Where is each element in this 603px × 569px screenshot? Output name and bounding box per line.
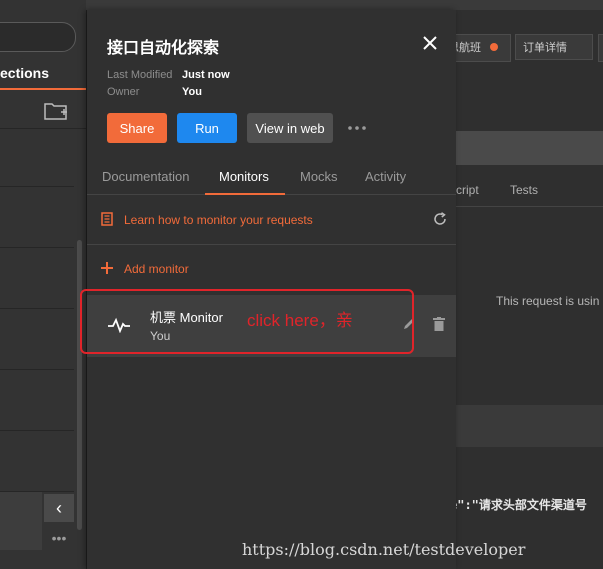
request-tab[interactable]: 订单详情 xyxy=(515,34,593,60)
sidebar-tab-collections[interactable]: ections xyxy=(0,62,86,90)
last-modified-value: Just now xyxy=(182,69,230,81)
sidebar-collection-row[interactable] xyxy=(0,370,74,431)
sidebar-collection-row[interactable] xyxy=(0,309,74,370)
sidebar-scrollbar[interactable] xyxy=(77,240,82,530)
request-tab[interactable] xyxy=(598,34,603,62)
top-bar xyxy=(86,0,603,10)
request-subtabs: cript Tests xyxy=(456,176,603,207)
close-icon[interactable] xyxy=(423,36,437,50)
owner-label: Owner xyxy=(107,86,140,98)
sidebar-collection-row[interactable] xyxy=(0,431,74,492)
sidebar-toolbar xyxy=(0,92,86,129)
sidebar-selected-row[interactable] xyxy=(0,492,42,550)
tab-script[interactable]: cript xyxy=(456,183,479,197)
run-button[interactable]: Run xyxy=(177,113,237,143)
learn-row: Learn how to monitor your requests xyxy=(87,196,456,245)
sidebar: ections ‹ ••• xyxy=(0,0,87,569)
tab-activity[interactable]: Activity xyxy=(365,169,406,184)
new-folder-icon[interactable] xyxy=(44,101,68,121)
request-tab[interactable]: 思航班 xyxy=(447,34,511,62)
view-in-web-button[interactable]: View in web xyxy=(247,113,333,143)
plus-icon xyxy=(101,262,113,274)
panel-title: 接口自动化探索 xyxy=(107,40,220,57)
tab-mocks[interactable]: Mocks xyxy=(300,169,338,184)
collapse-sidebar-button[interactable]: ‹ xyxy=(44,494,74,522)
owner-value: You xyxy=(182,86,202,98)
tab-tests[interactable]: Tests xyxy=(510,183,538,197)
response-bar xyxy=(456,405,603,447)
more-icon[interactable] xyxy=(347,120,367,136)
add-monitor-row[interactable]: Add monitor xyxy=(87,245,456,293)
sidebar-search-input[interactable] xyxy=(0,22,76,52)
tab-documentation[interactable]: Documentation xyxy=(102,169,189,184)
active-tab-underline xyxy=(205,193,285,195)
url-bar[interactable] xyxy=(456,131,603,165)
share-button[interactable]: Share xyxy=(107,113,167,143)
response-body: e":"请求头部文件渠道号 xyxy=(450,498,587,512)
delete-icon[interactable] xyxy=(433,317,445,331)
watermark: https://blog.csdn.net/testdeveloper xyxy=(242,540,526,559)
sidebar-collection-row[interactable] xyxy=(0,187,74,248)
last-modified-label: Last Modified xyxy=(107,69,173,81)
annotation-text: click here，亲 xyxy=(247,311,353,330)
unsaved-dot-icon xyxy=(490,43,498,51)
tab-monitors[interactable]: Monitors xyxy=(219,169,269,184)
refresh-icon[interactable] xyxy=(433,212,447,226)
sidebar-more-icon[interactable]: ••• xyxy=(44,526,74,550)
request-info-text: This request is usin xyxy=(496,294,600,308)
learn-monitor-link[interactable]: Learn how to monitor your requests xyxy=(124,213,313,227)
sidebar-tab-underline xyxy=(0,88,86,90)
sidebar-collection-row[interactable] xyxy=(0,248,74,309)
book-icon xyxy=(101,212,113,226)
add-monitor-button[interactable]: Add monitor xyxy=(124,262,189,276)
panel-tabs: Documentation Monitors Mocks Activity xyxy=(87,160,456,195)
sidebar-collection-row[interactable] xyxy=(0,128,74,187)
